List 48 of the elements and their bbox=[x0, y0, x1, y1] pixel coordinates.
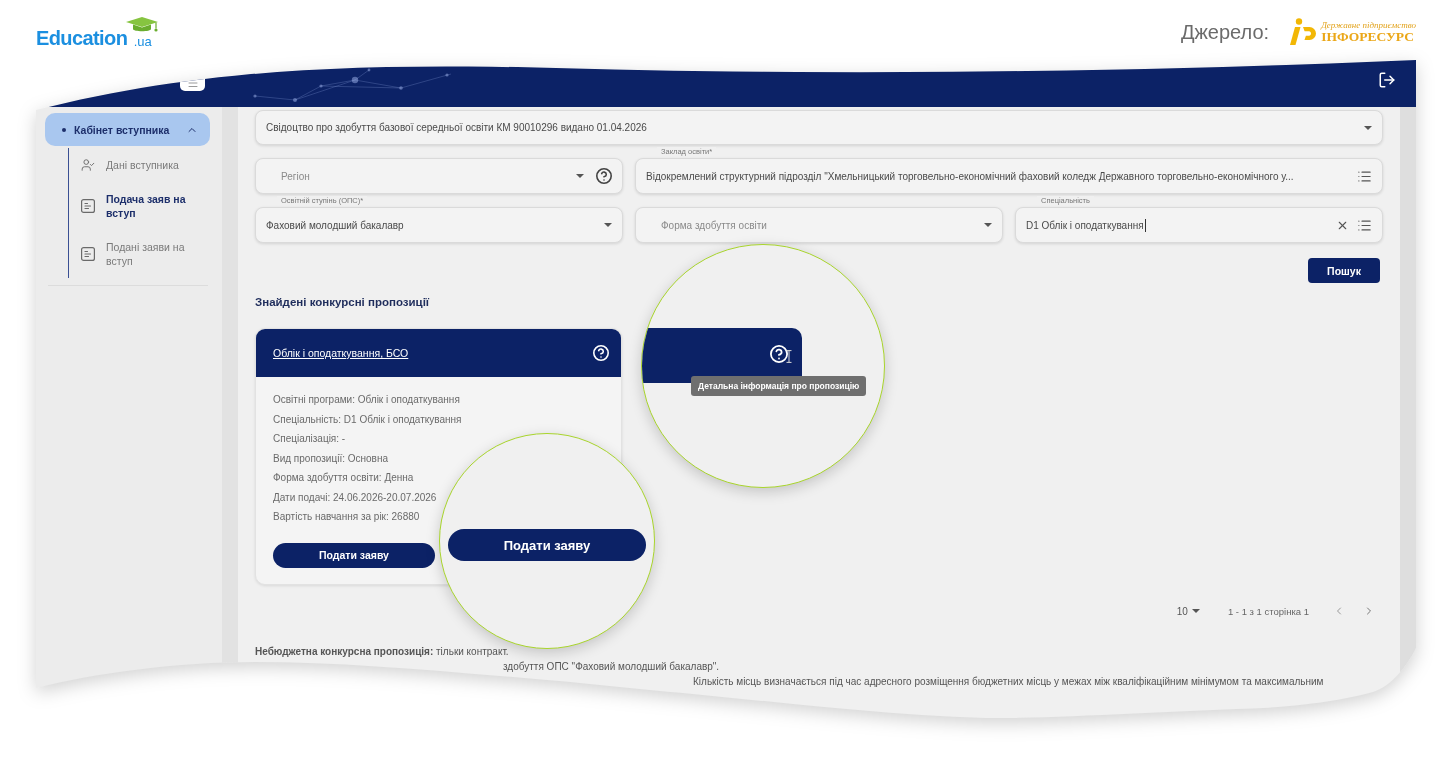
page-range-text: 1 - 1 з 1 сторінка 1 bbox=[1227, 605, 1309, 617]
document-list-icon bbox=[81, 199, 95, 213]
logout-icon[interactable] bbox=[1378, 70, 1396, 89]
user-check-icon bbox=[81, 158, 95, 172]
specialty-picker[interactable]: D1 Облік і оподаткування bbox=[1015, 207, 1383, 243]
caret-icon bbox=[576, 174, 584, 178]
list-icon bbox=[1357, 217, 1372, 233]
sidebar-item[interactable]: Дані вступника bbox=[81, 148, 211, 182]
offer-detail-text: Спеціалізація: - bbox=[273, 432, 346, 446]
document-list-icon bbox=[81, 247, 95, 261]
offer-detail-text: Форма здобуття освіти: Денна bbox=[273, 471, 414, 485]
source-logo-tagline: Державне підприємство bbox=[1321, 20, 1416, 30]
page-size-select[interactable]: 10 bbox=[1176, 605, 1200, 617]
search-button[interactable]: Пошук bbox=[1308, 258, 1380, 283]
note-text: здобуття ОПС "Фаховий молодший бакалавр". bbox=[503, 660, 720, 674]
document-select[interactable]: Свідоцтво про здобуття базової середньої освіти КМ 90010296 видано 01.04.2026 bbox=[255, 110, 1383, 145]
offer-detail-text: Спеціальність: D1 Облік і оподаткування bbox=[273, 412, 462, 427]
help-icon bbox=[770, 345, 788, 363]
help-icon bbox=[593, 345, 609, 361]
sidebar-item[interactable]: Подані заяви на вступ bbox=[81, 230, 211, 278]
list-icon bbox=[1357, 168, 1372, 184]
apply-button[interactable]: Подати заяву bbox=[273, 542, 435, 568]
offer-detail-text: Дати подачі: 24.06.2026-20.07.2026 bbox=[273, 490, 437, 505]
offer-detail-text: Вартість навчання за рік: 26880 bbox=[273, 510, 420, 524]
source-label: Джерело: bbox=[1180, 20, 1270, 44]
sidebar-section-button[interactable]: Кабінет вступника bbox=[45, 113, 210, 146]
text-cursor-icon bbox=[786, 350, 792, 363]
caret-icon bbox=[1191, 609, 1200, 613]
offer-detail-text: Освітні програми: Облік і оподаткування bbox=[273, 393, 460, 407]
bullet-icon bbox=[62, 127, 66, 132]
caret-icon bbox=[984, 223, 992, 227]
offer-title-link[interactable]: Облік і оподаткування, БСО bbox=[273, 347, 409, 359]
site-logo-suffix: .ua bbox=[133, 35, 152, 48]
institution-picker[interactable]: Відокремлений структурний підрозділ "Хмельницький торговельно-економічний фаховий коледж Державного торговельно-економічного у... bbox=[635, 158, 1383, 194]
tooltip: Детальна інформація про пропозицію bbox=[691, 376, 867, 396]
sidebar-item[interactable]: Подача заяв на вступ bbox=[81, 182, 211, 230]
note-text: Кількість місць визначається під час адресного розміщення бюджетних місць у межах між кваліфікаційним мінімумом та максимальним bbox=[693, 675, 1324, 689]
caret-icon bbox=[604, 223, 612, 227]
note-text: Небюджетна конкурсна пропозиція: тільки контракт. bbox=[255, 645, 509, 659]
offer-detail-text: Вид пропозиції: Основна bbox=[273, 451, 388, 466]
apply-button-zoomed[interactable]: Подати заяву bbox=[448, 529, 646, 561]
results-heading: Знайдені конкурсні пропозиції bbox=[255, 296, 431, 308]
source-logo-icon bbox=[1289, 18, 1318, 46]
source-logo-name: ІНФОРЕСУРС bbox=[1321, 30, 1415, 44]
site-logo-text: Education bbox=[36, 28, 128, 48]
caret-icon bbox=[1364, 125, 1372, 130]
level-select[interactable]: Фаховий молодший бакалавр bbox=[255, 207, 623, 243]
help-icon bbox=[596, 168, 612, 184]
